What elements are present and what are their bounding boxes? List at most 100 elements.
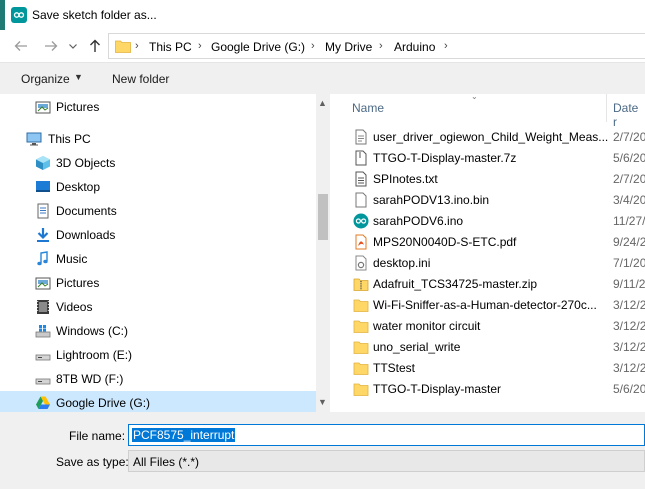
column-header-date[interactable]: Date r: [613, 101, 645, 129]
column-divider[interactable]: [606, 94, 607, 122]
file-name: SPInotes.txt: [373, 172, 438, 186]
drive-icon: [35, 354, 51, 361]
file-date: 5/6/20: [613, 151, 645, 165]
file-row[interactable]: Wi-Fi-Sniffer-as-a-Human-detector-270c..…: [330, 294, 645, 315]
breadcrumb-separator: ›: [135, 40, 139, 52]
text-file-icon: [355, 171, 367, 187]
nav-item-documents[interactable]: Documents: [0, 199, 316, 223]
nav-item-pictures[interactable]: Pictures: [0, 95, 316, 119]
caret-down-icon: ▼: [74, 72, 83, 82]
folder-icon: [353, 362, 369, 375]
address-row: › This PC › Google Drive (G:) › My Drive…: [0, 30, 645, 62]
windows-drive-icon: [35, 325, 51, 338]
nav-item-desktop[interactable]: Desktop: [0, 175, 316, 199]
file-name: TTGO-T-Display-master: [373, 382, 502, 396]
nav-item-windows-c[interactable]: Windows (C:): [0, 319, 316, 343]
breadcrumb-google-drive[interactable]: Google Drive (G:): [211, 40, 305, 54]
file-row[interactable]: TTGO-T-Display-master.7z 5/6/20: [330, 147, 645, 168]
scroll-down-icon[interactable]: ▼: [318, 397, 327, 407]
organize-button[interactable]: Organize: [21, 72, 70, 86]
new-folder-button[interactable]: New folder: [112, 72, 169, 86]
file-name: uno_serial_write: [373, 340, 461, 354]
file-row[interactable]: uno_serial_write 3/12/2: [330, 336, 645, 357]
sort-caret-icon: ⌄: [471, 94, 478, 101]
arrow-up-icon: [90, 39, 100, 52]
file-date: 2/7/20: [613, 130, 645, 144]
folder-icon: [353, 299, 369, 312]
forward-button[interactable]: [42, 38, 60, 54]
nav-item-this-pc[interactable]: This PC: [0, 127, 316, 151]
desktop-icon: [36, 181, 50, 192]
nav-item-3d-objects[interactable]: 3D Objects: [0, 151, 316, 175]
nav-item-lightroom-e[interactable]: Lightroom (E:): [0, 343, 316, 367]
pdf-file-icon: [355, 234, 367, 250]
up-button[interactable]: [86, 38, 104, 54]
file-row[interactable]: SPInotes.txt 2/7/20: [330, 168, 645, 189]
file-date: 3/12/2: [613, 361, 645, 375]
file-date: 2/7/20: [613, 172, 645, 186]
nav-item-music[interactable]: Music: [0, 247, 316, 271]
file-row[interactable]: MPS20N0040D-S-ETC.pdf 9/24/2: [330, 231, 645, 252]
nav-item-label: Documents: [56, 204, 117, 218]
scroll-up-icon[interactable]: ▲: [318, 98, 327, 108]
file-row[interactable]: Adafruit_TCS34725-master.zip 9/11/2: [330, 273, 645, 294]
nav-item-label: 3D Objects: [56, 156, 116, 170]
downloads-icon: [37, 228, 49, 242]
breadcrumb-my-drive[interactable]: My Drive: [325, 40, 372, 54]
address-bar[interactable]: › This PC › Google Drive (G:) › My Drive…: [108, 33, 645, 59]
file-date: 11/27/: [613, 214, 645, 228]
file-icon: [355, 192, 367, 208]
nav-item-pictures[interactable]: Pictures: [0, 271, 316, 295]
arduino-file-icon: [353, 213, 369, 229]
folder-icon: [115, 40, 131, 53]
chevron-down-icon: [69, 44, 77, 49]
column-header-name[interactable]: Name: [352, 101, 384, 115]
file-name: water monitor circuit: [373, 319, 481, 333]
nav-item-videos[interactable]: Videos: [0, 295, 316, 319]
file-row[interactable]: desktop.ini 7/1/20: [330, 252, 645, 273]
archive-file-icon: [355, 150, 367, 166]
back-button[interactable]: [12, 38, 30, 54]
file-name: Adafruit_TCS34725-master.zip: [373, 277, 538, 291]
recent-locations-button[interactable]: [64, 38, 82, 54]
arduino-app-icon: [11, 7, 27, 23]
window-title: Save sketch folder as...: [32, 8, 157, 22]
nav-item-label: This PC: [48, 132, 91, 146]
save-as-type-label: Save as type:: [56, 455, 129, 469]
videos-icon: [37, 300, 49, 314]
file-date: 3/12/2: [613, 298, 645, 312]
pictures-icon: [35, 101, 51, 114]
file-name: MPS20N0040D-S-ETC.pdf: [373, 235, 517, 249]
file-date: 3/4/20: [613, 193, 645, 207]
file-row[interactable]: user_driver_ogiewon_Child_Weight_Meas...…: [330, 126, 645, 147]
nav-item-downloads[interactable]: Downloads: [0, 223, 316, 247]
file-name: sarahPODV13.ino.bin: [373, 193, 490, 207]
file-name-input[interactable]: PCF8575_interrupt: [128, 424, 645, 446]
scrollbar-thumb[interactable]: [318, 194, 328, 240]
file-date: 5/6/20: [613, 382, 645, 396]
nav-item-label: Videos: [56, 300, 93, 314]
file-name: Wi-Fi-Sniffer-as-a-Human-detector-270c..…: [373, 298, 597, 312]
breadcrumb-separator: ›: [311, 40, 315, 52]
title-bar: Save sketch folder as...: [0, 0, 645, 30]
file-name: sarahPODV6.ino: [373, 214, 464, 228]
nav-item-8tb-wd-f[interactable]: 8TB WD (F:): [0, 367, 316, 391]
file-row[interactable]: sarahPODV6.ino 11/27/: [330, 210, 645, 231]
breadcrumb-separator: ›: [198, 40, 202, 52]
file-row[interactable]: water monitor circuit 3/12/2: [330, 315, 645, 336]
save-as-type-select[interactable]: All Files (*.*): [128, 450, 645, 472]
file-row[interactable]: sarahPODV13.ino.bin 3/4/20: [330, 189, 645, 210]
file-row[interactable]: TTGO-T-Display-master 5/6/20: [330, 378, 645, 399]
breadcrumb-arduino[interactable]: Arduino: [394, 40, 435, 54]
nav-item-google-drive-g[interactable]: Google Drive (G:): [0, 391, 316, 412]
pictures-icon: [35, 277, 51, 290]
nav-item-label: Downloads: [56, 228, 116, 242]
breadcrumb-this-pc[interactable]: This PC: [149, 40, 192, 54]
navigation-pane-scrollbar[interactable]: ▲ ▼: [316, 94, 330, 412]
window-edge-accent: [0, 0, 5, 30]
file-date: 9/24/2: [613, 235, 645, 249]
save-options-area: File name: PCF8575_interrupt Save as typ…: [0, 412, 645, 489]
file-row[interactable]: TTStest 3/12/2: [330, 357, 645, 378]
arrow-left-icon: [14, 41, 27, 51]
file-list-pane: ⌄ Name Date r user_driver_ogiewon_Child_…: [330, 94, 645, 412]
